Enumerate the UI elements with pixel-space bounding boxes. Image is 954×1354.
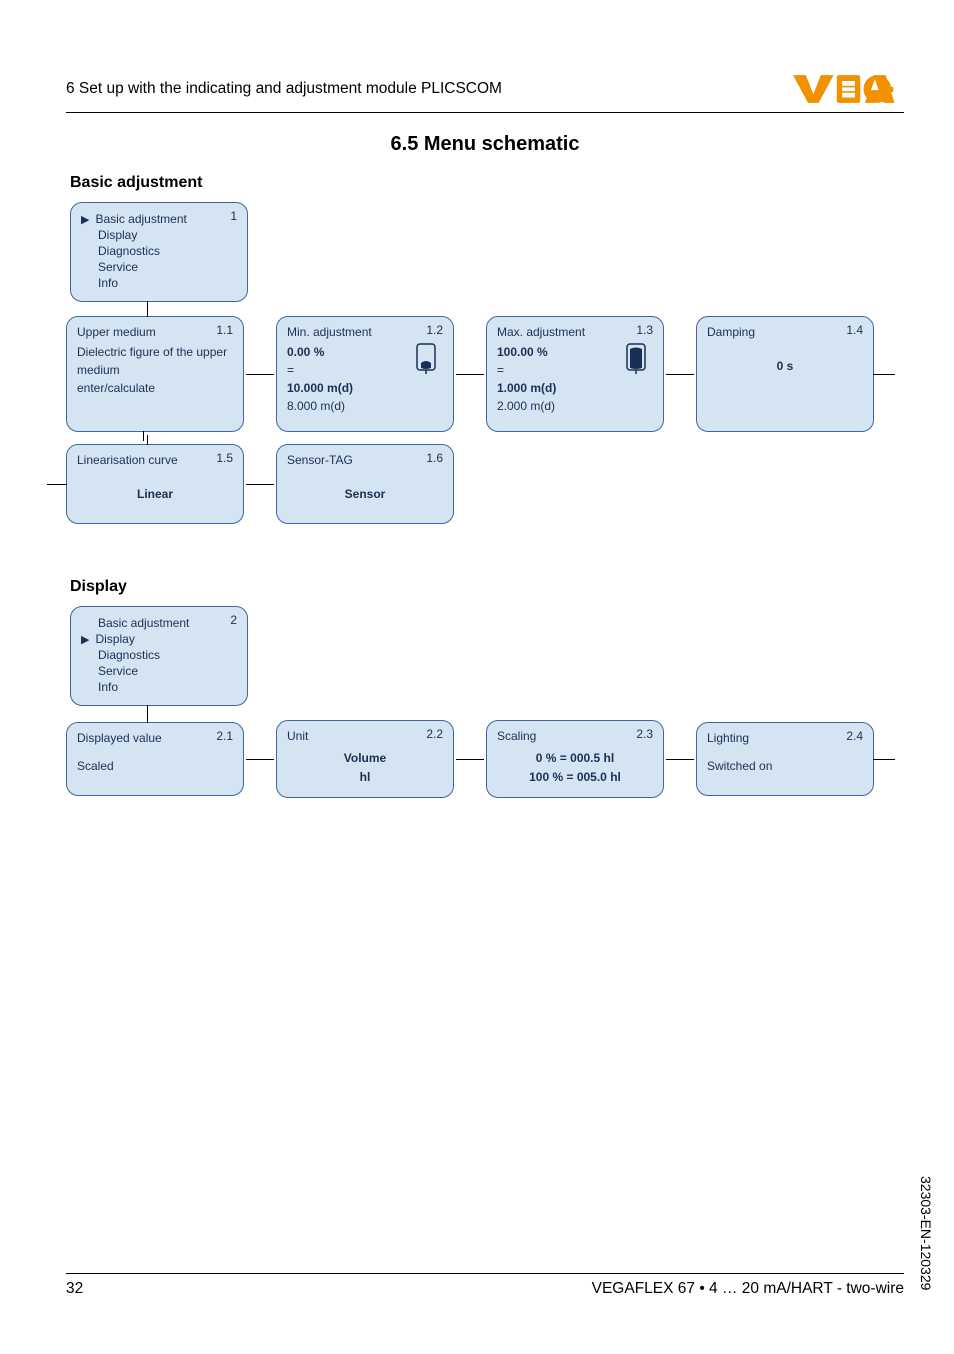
menu-item: Display [95, 632, 134, 646]
menu-number: 2 [230, 613, 237, 627]
card-number: 2.3 [636, 727, 653, 741]
menu-item: Diagnostics [98, 244, 160, 258]
menu-item: Diagnostics [98, 648, 160, 662]
card-title: Upper medium [77, 325, 233, 339]
menu-number: 1 [230, 209, 237, 223]
card-sensor-tag: 1.6 Sensor-TAG Sensor [276, 444, 454, 524]
card-number: 1.6 [426, 451, 443, 465]
card-value: 0.00 % [287, 345, 324, 359]
chapter-label: 6 Set up with the indicating and adjustm… [66, 80, 502, 98]
card-value: 100 % = 005.0 hl [497, 768, 653, 787]
display-heading: Display [70, 578, 904, 596]
card-unit: 2.2 Unit Volume hl [276, 720, 454, 798]
card-number: 1.2 [426, 323, 443, 337]
card-text: enter/calculate [77, 379, 233, 397]
card-max-adjustment: 1.3 Max. adjustment 100.00 % = 1.000 m(d… [486, 316, 664, 432]
card-number: 2.1 [216, 729, 233, 743]
card-number: 2.2 [426, 727, 443, 741]
document-id: 32303-EN-120329 [918, 1176, 934, 1290]
card-text: 2.000 m(d) [497, 397, 653, 415]
card-value: 1.000 m(d) [497, 381, 556, 395]
card-number: 1.5 [216, 451, 233, 465]
card-scaling: 2.3 Scaling 0 % = 000.5 hl 100 % = 005.0… [486, 720, 664, 798]
basic-adjustment-heading: Basic adjustment [70, 174, 904, 192]
page-footer: 32 VEGAFLEX 67 • 4 … 20 mA/HART - two-wi… [66, 1273, 904, 1298]
card-value: 0 % = 000.5 hl [497, 749, 653, 768]
menu-item: Basic adjustment [95, 212, 186, 226]
card-min-adjustment: 1.2 Min. adjustment 0.00 % = 10.000 m(d)… [276, 316, 454, 432]
card-title: Displayed value [77, 731, 233, 745]
menu-item: Display [98, 228, 137, 242]
card-text: Dielectric figure of the upper medium [77, 343, 233, 379]
card-title: Max. adjustment [497, 325, 653, 339]
card-value: 10.000 m(d) [287, 381, 353, 395]
card-value: Linear [77, 487, 233, 501]
menu-item: Service [98, 664, 138, 678]
card-value: Sensor [287, 487, 443, 501]
max-level-icon [623, 343, 649, 378]
card-title: Linearisation curve [77, 453, 233, 467]
card-value: Volume [287, 749, 443, 768]
card-title: Scaling [497, 729, 653, 743]
display-root-menu: 2 Basic adjustment ▶Display Diagnostics … [70, 606, 248, 706]
basic-adjustment-group: Basic adjustment 1 ▶ Basic adjustment Dis… [66, 174, 904, 524]
display-group: Display 2 Basic adjustment ▶ Display Diag… [66, 578, 904, 798]
card-title: Sensor-TAG [287, 453, 443, 467]
page-number: 32 [66, 1280, 83, 1298]
card-displayed-value: 2.1 Displayed value Scaled [66, 722, 244, 796]
card-damping: 1.4 Damping 0 s [696, 316, 874, 432]
card-number: 1.4 [846, 323, 863, 337]
page-header: 6 Set up with the indicating and adjustm… [66, 72, 904, 113]
section-title: 6.5 Menu schematic [66, 133, 904, 156]
card-value: Switched on [707, 759, 863, 773]
card-number: 1.1 [216, 323, 233, 337]
card-number: 1.3 [636, 323, 653, 337]
card-value: hl [287, 768, 443, 787]
menu-pointer-icon: ▶ [81, 213, 89, 226]
card-title: Lighting [707, 731, 863, 745]
product-label: VEGAFLEX 67 • 4 … 20 mA/HART - two-wire [592, 1280, 904, 1298]
card-title: Damping [707, 325, 863, 339]
card-text: 8.000 m(d) [287, 397, 443, 415]
card-value: Scaled [77, 759, 233, 773]
vega-logo [792, 72, 904, 106]
menu-pointer-icon: ▶ [81, 633, 89, 646]
basic-adj-root-menu: 1 ▶Basic adjustment Display Diagnostics … [70, 202, 248, 302]
card-value: 100.00 % [497, 345, 548, 359]
menu-item: Info [98, 276, 118, 290]
min-level-icon [413, 343, 439, 378]
card-linearisation: 1.5 Linearisation curve Linear [66, 444, 244, 524]
menu-item: Info [98, 680, 118, 694]
card-title: Unit [287, 729, 443, 743]
card-title: Min. adjustment [287, 325, 443, 339]
card-value: 0 s [707, 359, 863, 373]
card-upper-medium: 1.1 Upper medium Dielectric figure of th… [66, 316, 244, 432]
menu-item: Service [98, 260, 138, 274]
card-lighting: 2.4 Lighting Switched on [696, 722, 874, 796]
card-number: 2.4 [846, 729, 863, 743]
menu-item: Basic adjustment [98, 616, 189, 630]
